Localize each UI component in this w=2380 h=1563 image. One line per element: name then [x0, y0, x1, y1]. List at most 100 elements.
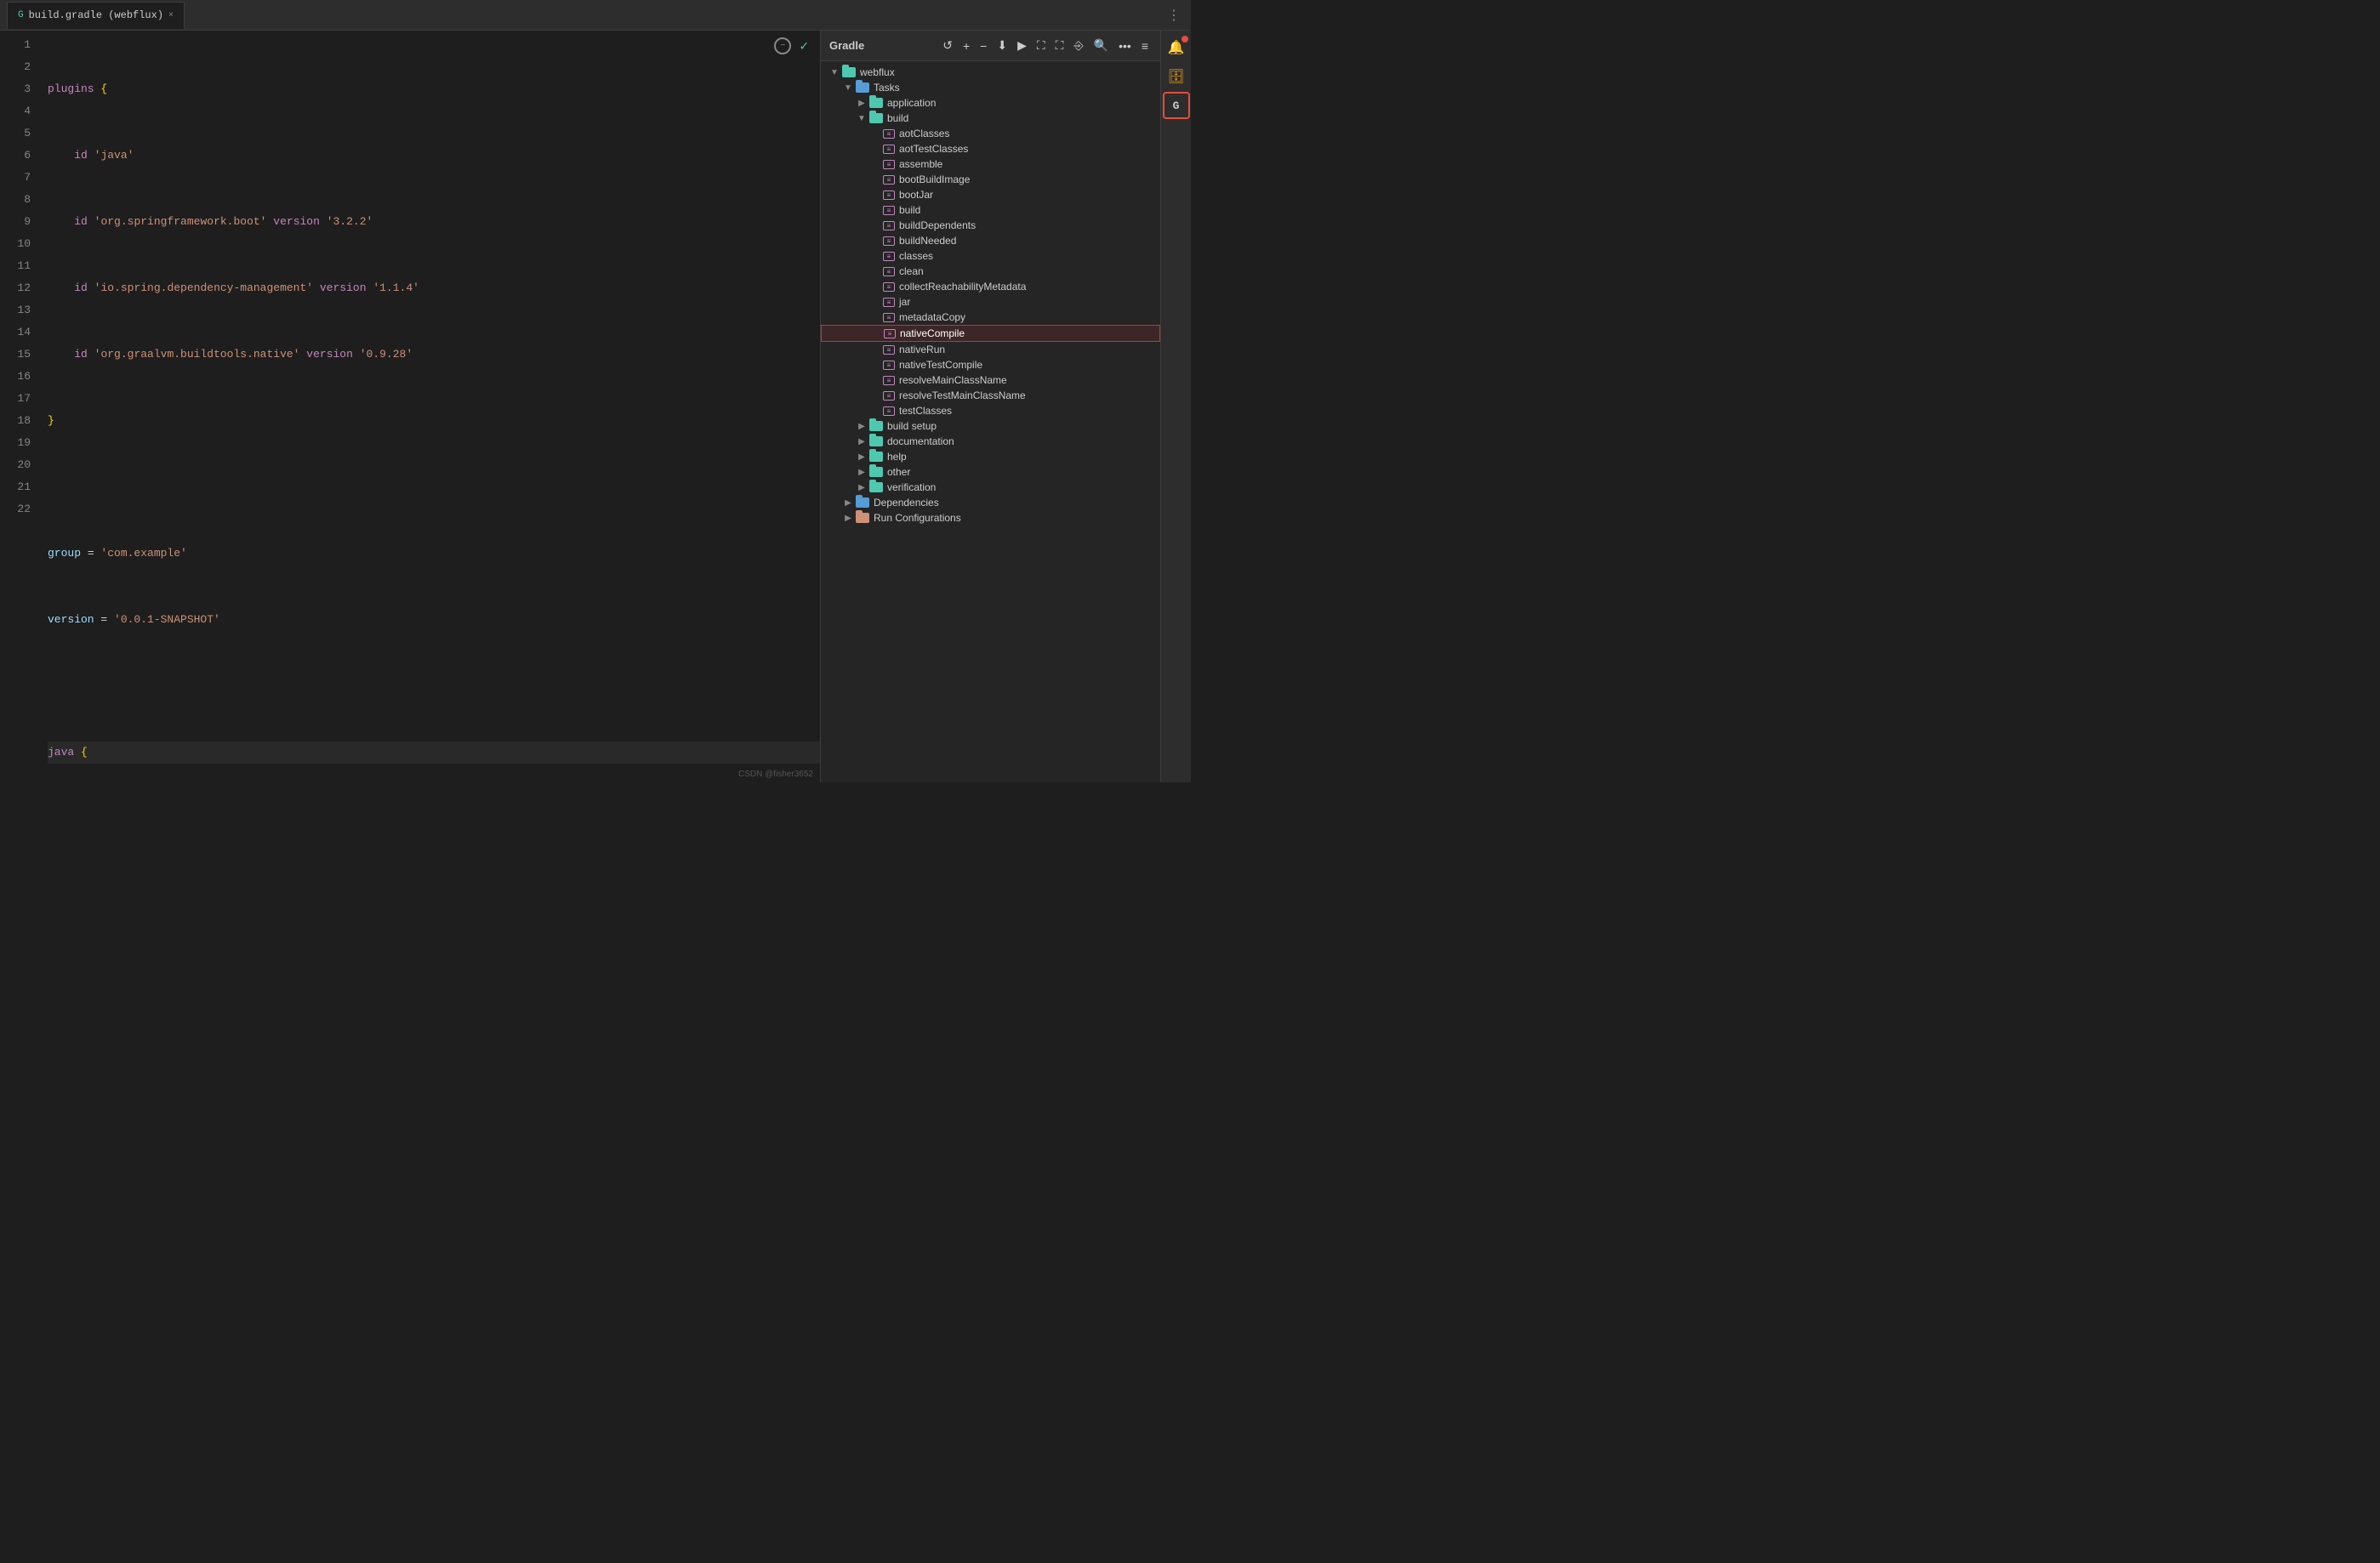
tree-item-buildDependents[interactable]: buildDependents — [821, 218, 1160, 233]
tree-label-testClasses: testClasses — [899, 405, 952, 417]
gradle-remove-button[interactable]: − — [976, 37, 990, 54]
tree-item-build-setup[interactable]: ▶ build setup — [821, 418, 1160, 434]
tree-item-aotClasses[interactable]: aotClasses — [821, 126, 1160, 141]
gradle-download-button[interactable]: ⬇ — [994, 37, 1011, 54]
tree-item-nativeTestCompile[interactable]: nativeTestCompile — [821, 357, 1160, 372]
tree-item-aotTestClasses[interactable]: aotTestClasses — [821, 141, 1160, 156]
tree-item-testClasses[interactable]: testClasses — [821, 403, 1160, 418]
tree-item-verification[interactable]: ▶ verification — [821, 480, 1160, 495]
code-line-1: plugins { — [48, 78, 820, 100]
task-icon-jar — [882, 296, 896, 308]
gradle-more-button[interactable]: ••• — [1115, 37, 1135, 54]
folder-icon-build-setup — [868, 420, 884, 432]
chevron-right-icon: ▶ — [841, 498, 855, 508]
task-icon-nativeCompile — [883, 327, 897, 339]
tree-item-run-configurations[interactable]: ▶ Run Configurations — [821, 510, 1160, 526]
code-line-2: id 'java' — [48, 145, 820, 167]
tree-label-run-configurations: Run Configurations — [874, 512, 961, 524]
tree-item-bootBuildImage[interactable]: bootBuildImage — [821, 172, 1160, 187]
tab-label: build.gradle (webflux) — [29, 9, 163, 21]
editor-area: 1 2 3 4 5 6 7 8 9 10 11 12 13 14 15 16 1… — [0, 31, 820, 782]
tree-item-dependencies[interactable]: ▶ Dependencies — [821, 495, 1160, 510]
code-line-6: } — [48, 410, 820, 432]
folder-icon-tasks — [855, 82, 870, 94]
gradle-search-button[interactable]: 🔍 — [1090, 37, 1112, 54]
chevron-down-icon: ▼ — [841, 83, 855, 93]
tab-bar: G build.gradle (webflux) × ⋮ — [0, 0, 1191, 31]
tree-item-resolveTestMainClassName[interactable]: resolveTestMainClassName — [821, 388, 1160, 403]
code-line-4: id 'io.spring.dependency-management' ver… — [48, 277, 820, 299]
editor-status-circle: − — [774, 37, 791, 54]
tree-label-help: help — [887, 451, 907, 463]
line-num: 21 — [0, 476, 31, 498]
chevron-right-icon: ▶ — [855, 437, 868, 446]
gradle-run-button[interactable]: ▶ — [1014, 37, 1030, 54]
tree-label-metadataCopy: metadataCopy — [899, 311, 965, 323]
tree-item-tasks[interactable]: ▼ Tasks — [821, 80, 1160, 95]
tree-item-collectReachabilityMetadata[interactable]: collectReachabilityMetadata — [821, 279, 1160, 294]
gradle-expand-button[interactable]: ⛶ — [1033, 37, 1049, 54]
tree-item-webflux[interactable]: ▼ webflux — [821, 65, 1160, 80]
tree-item-build-task[interactable]: build — [821, 202, 1160, 218]
gradle-add-button[interactable]: + — [959, 37, 973, 54]
line-num: 18 — [0, 410, 31, 432]
folder-icon-help — [868, 451, 884, 463]
folder-icon-documentation — [868, 435, 884, 447]
line-num: 11 — [0, 255, 31, 277]
tree-item-buildNeeded[interactable]: buildNeeded — [821, 233, 1160, 248]
task-icon-aotClasses — [882, 128, 896, 139]
tree-label-buildNeeded: buildNeeded — [899, 235, 956, 247]
tree-label-nativeTestCompile: nativeTestCompile — [899, 359, 982, 371]
tree-item-jar[interactable]: jar — [821, 294, 1160, 310]
tree-label-aotTestClasses: aotTestClasses — [899, 143, 968, 155]
tab-close-button[interactable]: × — [168, 11, 174, 20]
folder-icon-build — [868, 112, 884, 124]
tree-item-clean[interactable]: clean — [821, 264, 1160, 279]
main-area: 1 2 3 4 5 6 7 8 9 10 11 12 13 14 15 16 1… — [0, 31, 1191, 782]
tree-item-metadataCopy[interactable]: metadataCopy — [821, 310, 1160, 325]
database-icon[interactable]: 🗄 — [1163, 63, 1190, 90]
code-content[interactable]: plugins { id 'java' id 'org.springframew… — [41, 31, 820, 782]
tree-item-assemble[interactable]: assemble — [821, 156, 1160, 172]
tree-item-classes[interactable]: classes — [821, 248, 1160, 264]
gradle-refresh-button[interactable]: ↺ — [939, 37, 956, 54]
gradle-debug-button[interactable]: ⎆ — [1070, 37, 1086, 54]
tree-label-assemble: assemble — [899, 158, 942, 170]
code-line-10 — [48, 675, 820, 697]
line-num: 1 — [0, 34, 31, 56]
tree-item-application[interactable]: ▶ application — [821, 95, 1160, 111]
gradle-elephant-icon[interactable]: G — [1163, 92, 1190, 119]
code-line-3: id 'org.springframework.boot' version '3… — [48, 211, 820, 233]
task-icon-resolveMainClassName — [882, 374, 896, 386]
line-num: 2 — [0, 56, 31, 78]
folder-icon-webflux — [841, 66, 857, 78]
tree-label-resolveTestMainClassName: resolveTestMainClassName — [899, 389, 1026, 401]
tree-item-build-folder[interactable]: ▼ build — [821, 111, 1160, 126]
notification-bell-icon[interactable]: 🔔 — [1163, 34, 1190, 61]
line-num: 5 — [0, 122, 31, 145]
line-num: 6 — [0, 145, 31, 167]
tree-item-help[interactable]: ▶ help — [821, 449, 1160, 464]
tree-label-nativeRun: nativeRun — [899, 344, 945, 355]
tab-menu-button[interactable]: ⋮ — [1164, 3, 1184, 27]
gradle-collapse-button[interactable]: ⛶ — [1052, 37, 1068, 54]
tree-label-other: other — [887, 466, 910, 478]
folder-icon-dependencies — [855, 497, 870, 509]
tree-label-jar: jar — [899, 296, 910, 308]
tree-item-documentation[interactable]: ▶ documentation — [821, 434, 1160, 449]
tree-item-other[interactable]: ▶ other — [821, 464, 1160, 480]
task-icon-classes — [882, 250, 896, 262]
task-icon-assemble — [882, 158, 896, 170]
tree-item-bootJar[interactable]: bootJar — [821, 187, 1160, 202]
tree-label-clean: clean — [899, 265, 924, 277]
tree-item-nativeRun[interactable]: nativeRun — [821, 342, 1160, 357]
gradle-settings-button[interactable]: ≡ — [1138, 37, 1152, 54]
line-num: 9 — [0, 211, 31, 233]
tree-item-nativeCompile[interactable]: nativeCompile — [821, 325, 1160, 342]
code-line-9: version = '0.0.1-SNAPSHOT' — [48, 609, 820, 631]
line-num: 19 — [0, 432, 31, 454]
tree-item-resolveMainClassName[interactable]: resolveMainClassName — [821, 372, 1160, 388]
editor-tab[interactable]: G build.gradle (webflux) × — [7, 2, 185, 29]
tab-more-icon[interactable]: ⋮ — [1164, 3, 1184, 27]
chevron-down-icon: ▼ — [855, 114, 868, 123]
